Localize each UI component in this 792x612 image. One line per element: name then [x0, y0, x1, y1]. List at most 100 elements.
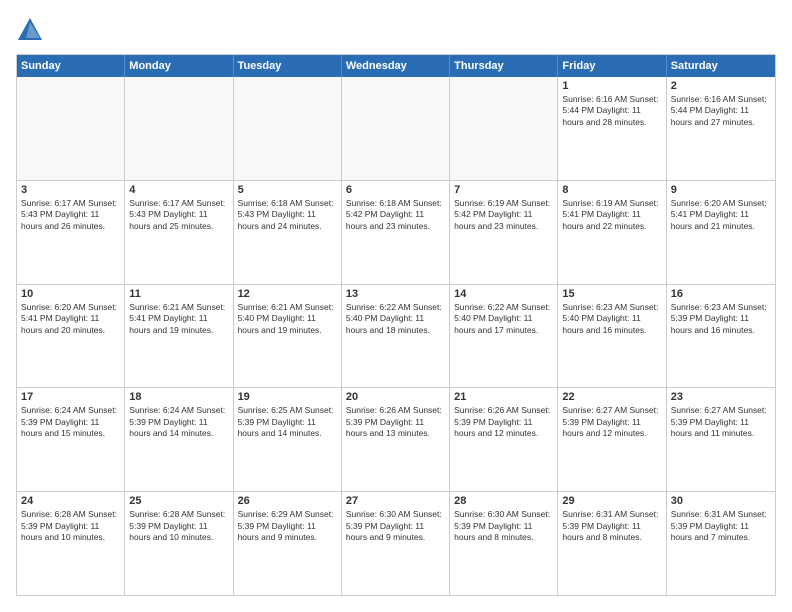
- calendar-cell: [17, 77, 125, 180]
- header-day-thursday: Thursday: [450, 55, 558, 77]
- day-info: Sunrise: 6:21 AM Sunset: 5:41 PM Dayligh…: [129, 302, 228, 336]
- day-number: 22: [562, 391, 661, 403]
- day-number: 12: [238, 288, 337, 300]
- day-info: Sunrise: 6:28 AM Sunset: 5:39 PM Dayligh…: [129, 509, 228, 543]
- calendar-cell: 18 Sunrise: 6:24 AM Sunset: 5:39 PM Dayli…: [125, 388, 233, 491]
- day-number: 16: [671, 288, 771, 300]
- day-info: Sunrise: 6:26 AM Sunset: 5:39 PM Dayligh…: [454, 405, 553, 439]
- day-number: 14: [454, 288, 553, 300]
- day-info: Sunrise: 6:28 AM Sunset: 5:39 PM Dayligh…: [21, 509, 120, 543]
- logo-icon: [16, 16, 44, 44]
- calendar-cell: [125, 77, 233, 180]
- calendar-cell: 26 Sunrise: 6:29 AM Sunset: 5:39 PM Dayli…: [234, 492, 342, 595]
- day-info: Sunrise: 6:26 AM Sunset: 5:39 PM Dayligh…: [346, 405, 445, 439]
- calendar-cell: 27Sunrise: 6:30 AM Sunset: 5:39 PM Dayli…: [342, 492, 450, 595]
- calendar-cell: 6 Sunrise: 6:18 AM Sunset: 5:42 PM Daylig…: [342, 181, 450, 284]
- calendar-cell: 14 Sunrise: 6:22 AM Sunset: 5:40 PM Dayli…: [450, 285, 558, 388]
- calendar-cell: 1 Sunrise: 6:16 AM Sunset: 5:44 PM Daylig…: [558, 77, 666, 180]
- day-number: 27: [346, 495, 445, 507]
- day-number: 17: [21, 391, 120, 403]
- day-info: Sunrise: 6:29 AM Sunset: 5:39 PM Dayligh…: [238, 509, 337, 543]
- calendar-cell: 19Sunrise: 6:25 AM Sunset: 5:39 PM Dayli…: [234, 388, 342, 491]
- day-number: 28: [454, 495, 553, 507]
- day-number: 1: [562, 80, 661, 92]
- calendar-cell: 8 Sunrise: 6:19 AM Sunset: 5:41 PM Daylig…: [558, 181, 666, 284]
- day-number: 6: [346, 184, 445, 196]
- calendar-cell: 10Sunrise: 6:20 AM Sunset: 5:41 PM Dayli…: [17, 285, 125, 388]
- day-info: Sunrise: 6:18 AM Sunset: 5:42 PM Dayligh…: [346, 198, 445, 232]
- day-number: 30: [671, 495, 771, 507]
- calendar-cell: 16 Sunrise: 6:23 AM Sunset: 5:39 PM Dayli…: [667, 285, 775, 388]
- calendar-cell: 15 Sunrise: 6:23 AM Sunset: 5:40 PM Dayli…: [558, 285, 666, 388]
- calendar-body: 1 Sunrise: 6:16 AM Sunset: 5:44 PM Daylig…: [17, 77, 775, 595]
- day-number: 10: [21, 288, 120, 300]
- calendar-cell: 3 Sunrise: 6:17 AM Sunset: 5:43 PM Daylig…: [17, 181, 125, 284]
- calendar-cell: 17 Sunrise: 6:24 AM Sunset: 5:39 PM Dayli…: [17, 388, 125, 491]
- calendar-cell: [450, 77, 558, 180]
- day-number: 13: [346, 288, 445, 300]
- day-info: Sunrise: 6:16 AM Sunset: 5:44 PM Dayligh…: [562, 94, 661, 128]
- page: SundayMondayTuesdayWednesdayThursdayFrid…: [0, 0, 792, 612]
- day-info: Sunrise: 6:27 AM Sunset: 5:39 PM Dayligh…: [671, 405, 771, 439]
- header-day-friday: Friday: [558, 55, 666, 77]
- calendar-cell: 13 Sunrise: 6:22 AM Sunset: 5:40 PM Dayli…: [342, 285, 450, 388]
- calendar-cell: 20 Sunrise: 6:26 AM Sunset: 5:39 PM Dayli…: [342, 388, 450, 491]
- calendar-cell: 2Sunrise: 6:16 AM Sunset: 5:44 PM Daylig…: [667, 77, 775, 180]
- calendar-cell: 12 Sunrise: 6:21 AM Sunset: 5:40 PM Dayli…: [234, 285, 342, 388]
- day-info: Sunrise: 6:22 AM Sunset: 5:40 PM Dayligh…: [346, 302, 445, 336]
- calendar-row-1: 1 Sunrise: 6:16 AM Sunset: 5:44 PM Daylig…: [17, 77, 775, 180]
- day-info: Sunrise: 6:31 AM Sunset: 5:39 PM Dayligh…: [671, 509, 771, 543]
- day-info: Sunrise: 6:22 AM Sunset: 5:40 PM Dayligh…: [454, 302, 553, 336]
- day-number: 15: [562, 288, 661, 300]
- day-number: 26: [238, 495, 337, 507]
- calendar-cell: 22 Sunrise: 6:27 AM Sunset: 5:39 PM Dayli…: [558, 388, 666, 491]
- calendar: SundayMondayTuesdayWednesdayThursdayFrid…: [16, 54, 776, 596]
- calendar-cell: 4 Sunrise: 6:17 AM Sunset: 5:43 PM Daylig…: [125, 181, 233, 284]
- day-info: Sunrise: 6:19 AM Sunset: 5:41 PM Dayligh…: [562, 198, 661, 232]
- day-info: Sunrise: 6:23 AM Sunset: 5:40 PM Dayligh…: [562, 302, 661, 336]
- calendar-row-4: 17 Sunrise: 6:24 AM Sunset: 5:39 PM Dayli…: [17, 387, 775, 491]
- day-number: 8: [562, 184, 661, 196]
- calendar-row-3: 10Sunrise: 6:20 AM Sunset: 5:41 PM Dayli…: [17, 284, 775, 388]
- header-day-monday: Monday: [125, 55, 233, 77]
- logo: [16, 16, 48, 44]
- day-number: 4: [129, 184, 228, 196]
- header-day-wednesday: Wednesday: [342, 55, 450, 77]
- day-info: Sunrise: 6:21 AM Sunset: 5:40 PM Dayligh…: [238, 302, 337, 336]
- day-info: Sunrise: 6:17 AM Sunset: 5:43 PM Dayligh…: [21, 198, 120, 232]
- header: [16, 16, 776, 44]
- calendar-cell: [234, 77, 342, 180]
- calendar-header: SundayMondayTuesdayWednesdayThursdayFrid…: [17, 55, 775, 77]
- header-day-tuesday: Tuesday: [234, 55, 342, 77]
- calendar-cell: 5 Sunrise: 6:18 AM Sunset: 5:43 PM Daylig…: [234, 181, 342, 284]
- header-day-saturday: Saturday: [667, 55, 775, 77]
- day-info: Sunrise: 6:23 AM Sunset: 5:39 PM Dayligh…: [671, 302, 771, 336]
- day-info: Sunrise: 6:27 AM Sunset: 5:39 PM Dayligh…: [562, 405, 661, 439]
- calendar-cell: 29Sunrise: 6:31 AM Sunset: 5:39 PM Dayli…: [558, 492, 666, 595]
- day-info: Sunrise: 6:31 AM Sunset: 5:39 PM Dayligh…: [562, 509, 661, 543]
- day-info: Sunrise: 6:24 AM Sunset: 5:39 PM Dayligh…: [21, 405, 120, 439]
- day-number: 3: [21, 184, 120, 196]
- day-number: 21: [454, 391, 553, 403]
- calendar-cell: 30 Sunrise: 6:31 AM Sunset: 5:39 PM Dayli…: [667, 492, 775, 595]
- day-number: 18: [129, 391, 228, 403]
- day-info: Sunrise: 6:19 AM Sunset: 5:42 PM Dayligh…: [454, 198, 553, 232]
- calendar-cell: 11 Sunrise: 6:21 AM Sunset: 5:41 PM Dayli…: [125, 285, 233, 388]
- day-number: 9: [671, 184, 771, 196]
- day-info: Sunrise: 6:18 AM Sunset: 5:43 PM Dayligh…: [238, 198, 337, 232]
- day-info: Sunrise: 6:24 AM Sunset: 5:39 PM Dayligh…: [129, 405, 228, 439]
- day-info: Sunrise: 6:20 AM Sunset: 5:41 PM Dayligh…: [671, 198, 771, 232]
- day-number: 19: [238, 391, 337, 403]
- day-number: 5: [238, 184, 337, 196]
- day-info: Sunrise: 6:17 AM Sunset: 5:43 PM Dayligh…: [129, 198, 228, 232]
- day-number: 23: [671, 391, 771, 403]
- calendar-cell: 28Sunrise: 6:30 AM Sunset: 5:39 PM Dayli…: [450, 492, 558, 595]
- calendar-cell: 9 Sunrise: 6:20 AM Sunset: 5:41 PM Daylig…: [667, 181, 775, 284]
- calendar-row-2: 3 Sunrise: 6:17 AM Sunset: 5:43 PM Daylig…: [17, 180, 775, 284]
- header-day-sunday: Sunday: [17, 55, 125, 77]
- calendar-cell: [342, 77, 450, 180]
- day-number: 20: [346, 391, 445, 403]
- day-number: 11: [129, 288, 228, 300]
- calendar-cell: 25Sunrise: 6:28 AM Sunset: 5:39 PM Dayli…: [125, 492, 233, 595]
- day-number: 7: [454, 184, 553, 196]
